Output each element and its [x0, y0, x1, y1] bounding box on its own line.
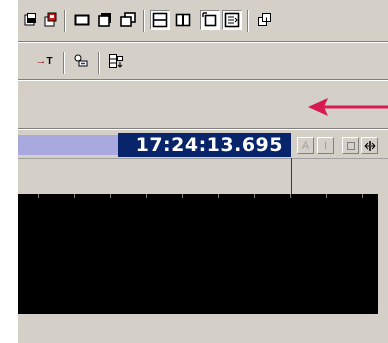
square-button[interactable] — [342, 137, 359, 154]
link-frame-icon[interactable] — [200, 10, 220, 30]
timeline-range-fill[interactable] — [18, 135, 118, 155]
timeline-ruler[interactable] — [18, 158, 388, 194]
frame-shadow-icon[interactable] — [95, 10, 115, 30]
timecode-display: 17:24:13.695 — [118, 133, 291, 157]
stack-red-icon[interactable] — [40, 10, 60, 30]
toolbar-bottom: → T — [18, 42, 388, 80]
toolbar-separator — [247, 10, 249, 32]
stack-icon[interactable] — [20, 10, 40, 30]
annotation-area — [18, 80, 388, 130]
i-button-label: I — [323, 139, 328, 152]
marker-icon[interactable]: → T — [31, 51, 57, 71]
tick-mark — [218, 194, 219, 198]
toolbar-separator — [64, 10, 66, 32]
key-link-icon[interactable] — [71, 51, 91, 71]
toolbar-separator — [63, 52, 65, 74]
toolbar-separator — [98, 52, 100, 74]
tick-mark — [254, 194, 255, 198]
a-button-label: A — [301, 139, 310, 152]
split-vertical-icon[interactable] — [173, 10, 193, 30]
scroll-gutter — [378, 194, 388, 343]
frame-icon[interactable] — [72, 10, 92, 30]
tick-mark — [74, 194, 75, 198]
list-frame-icon[interactable] — [222, 10, 242, 30]
split-horizontal-icon[interactable] — [150, 10, 170, 30]
tick-mark — [182, 194, 183, 198]
split-cursor-icon — [364, 140, 375, 151]
playhead-line[interactable] — [291, 158, 292, 194]
toolbar-top — [18, 0, 388, 42]
bottom-panel — [18, 314, 378, 343]
cursor-split-button[interactable] — [361, 137, 378, 154]
a-button[interactable]: A — [297, 137, 314, 154]
tick-mark — [146, 194, 147, 198]
tick-mark — [290, 194, 291, 198]
timeline-bar: 17:24:13.695 A I — [18, 130, 388, 158]
square-icon — [346, 141, 355, 150]
app-window: → T 17:24:13.695 A I — [18, 0, 388, 343]
tick-mark — [110, 194, 111, 198]
tick-mark — [326, 194, 327, 198]
toolbar-separator — [143, 10, 145, 32]
tick-mark — [362, 194, 363, 198]
grid-icon[interactable] — [254, 10, 274, 30]
red-arrow-icon — [308, 98, 388, 116]
ruler-edge — [18, 158, 388, 159]
tick-mark — [38, 194, 39, 198]
frame-double-icon[interactable] — [118, 10, 138, 30]
grid-down-icon[interactable] — [106, 51, 126, 71]
video-preview[interactable] — [18, 194, 378, 314]
i-button[interactable]: I — [317, 137, 334, 154]
marker-label: T — [46, 55, 53, 67]
timecode-value: 17:24:13.695 — [135, 134, 283, 156]
